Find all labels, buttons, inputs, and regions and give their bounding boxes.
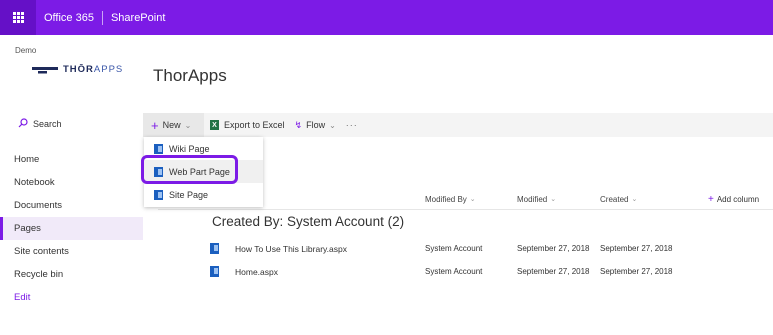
- aspx-file-icon: [210, 266, 219, 277]
- plus-icon: +: [708, 193, 714, 205]
- menu-item-label: Web Part Page: [169, 166, 230, 177]
- column-label: Created: [600, 194, 629, 204]
- search-box[interactable]: Search: [12, 114, 142, 134]
- modified-by-cell: System Account: [425, 244, 483, 253]
- nav-item-documents[interactable]: Documents: [0, 194, 143, 217]
- logo-wordmark: THŌRAPPS: [63, 64, 124, 75]
- table-row[interactable]: How To Use This Library.aspx System Acco…: [158, 237, 773, 260]
- flow-label: Flow: [306, 120, 326, 130]
- nav-edit-link[interactable]: Edit: [0, 286, 143, 309]
- command-bar: + New ⌄ X Export to Excel ↯ Flow ⌄ ···: [143, 113, 773, 137]
- add-column-button[interactable]: + Add column: [708, 189, 759, 209]
- column-label: Modified: [517, 194, 548, 204]
- chevron-down-icon: ⌄: [184, 120, 192, 130]
- chevron-down-icon: ⌄: [469, 196, 476, 203]
- suite-bar: Office 365 SharePoint: [0, 0, 773, 35]
- export-to-excel-button[interactable]: X Export to Excel: [210, 113, 285, 137]
- left-navigation: Home Notebook Documents Pages Site conte…: [0, 148, 143, 309]
- modified-cell: September 27, 2018: [517, 244, 590, 253]
- excel-icon: X: [210, 120, 219, 130]
- aspx-file-icon: [210, 243, 219, 254]
- search-icon: [18, 118, 28, 130]
- new-label: New: [162, 120, 181, 130]
- created-cell: September 27, 2018: [600, 244, 673, 253]
- site-logo[interactable]: THŌRAPPS: [32, 64, 123, 75]
- page-icon: [154, 166, 163, 177]
- export-to-excel-label: Export to Excel: [224, 120, 285, 130]
- nav-item-notebook[interactable]: Notebook: [0, 171, 143, 194]
- site-breadcrumb[interactable]: Demo: [15, 46, 36, 55]
- add-column-label: Add column: [716, 194, 760, 204]
- app-launcher-button[interactable]: [0, 0, 36, 35]
- more-actions-button[interactable]: ···: [346, 113, 358, 137]
- header-divider: [158, 209, 773, 210]
- table-row[interactable]: Home.aspx System Account September 27, 2…: [158, 260, 773, 283]
- page-icon: [154, 189, 163, 200]
- menu-item-label: Wiki Page: [169, 143, 210, 154]
- flow-button[interactable]: ↯ Flow ⌄: [295, 113, 336, 137]
- menu-item-web-part-page[interactable]: Web Part Page: [144, 160, 263, 183]
- flow-icon: ↯: [294, 119, 303, 130]
- new-button[interactable]: + New ⌄: [143, 113, 204, 137]
- nav-item-site-contents[interactable]: Site contents: [0, 240, 143, 263]
- search-label: Search: [33, 119, 62, 129]
- chevron-down-icon: ⌄: [329, 120, 336, 130]
- column-header-modified[interactable]: Modified ⌄: [517, 189, 556, 209]
- group-header[interactable]: Created By: System Account (2): [212, 214, 404, 229]
- page-icon: [154, 143, 163, 154]
- modified-by-cell: System Account: [425, 267, 483, 276]
- modified-cell: September 27, 2018: [517, 267, 590, 276]
- nav-item-recycle-bin[interactable]: Recycle bin: [0, 263, 143, 286]
- site-title[interactable]: ThorApps: [153, 66, 227, 86]
- column-label: Modified By: [425, 194, 467, 204]
- chevron-down-icon: ⌄: [550, 196, 557, 203]
- file-name-link[interactable]: How To Use This Library.aspx: [235, 237, 347, 260]
- suite-divider: [101, 10, 103, 25]
- thorapps-logo-icon: [32, 66, 58, 73]
- office-365-link[interactable]: Office 365: [44, 12, 94, 24]
- menu-item-site-page[interactable]: Site Page: [144, 183, 263, 206]
- menu-item-wiki-page[interactable]: Wiki Page: [144, 137, 263, 160]
- menu-item-label: Site Page: [169, 189, 209, 200]
- plus-icon: +: [151, 117, 159, 133]
- new-dropdown-menu: Wiki Page Web Part Page Site Page: [144, 137, 263, 207]
- column-header-created[interactable]: Created ⌄: [600, 189, 637, 209]
- sharepoint-link[interactable]: SharePoint: [111, 12, 165, 24]
- file-name-link[interactable]: Home.aspx: [235, 260, 278, 283]
- created-cell: September 27, 2018: [600, 267, 673, 276]
- nav-item-pages[interactable]: Pages: [0, 217, 143, 240]
- chevron-down-icon: ⌄: [631, 196, 638, 203]
- nav-item-home[interactable]: Home: [0, 148, 143, 171]
- waffle-icon: [12, 12, 24, 23]
- column-header-modified-by[interactable]: Modified By ⌄: [425, 189, 476, 209]
